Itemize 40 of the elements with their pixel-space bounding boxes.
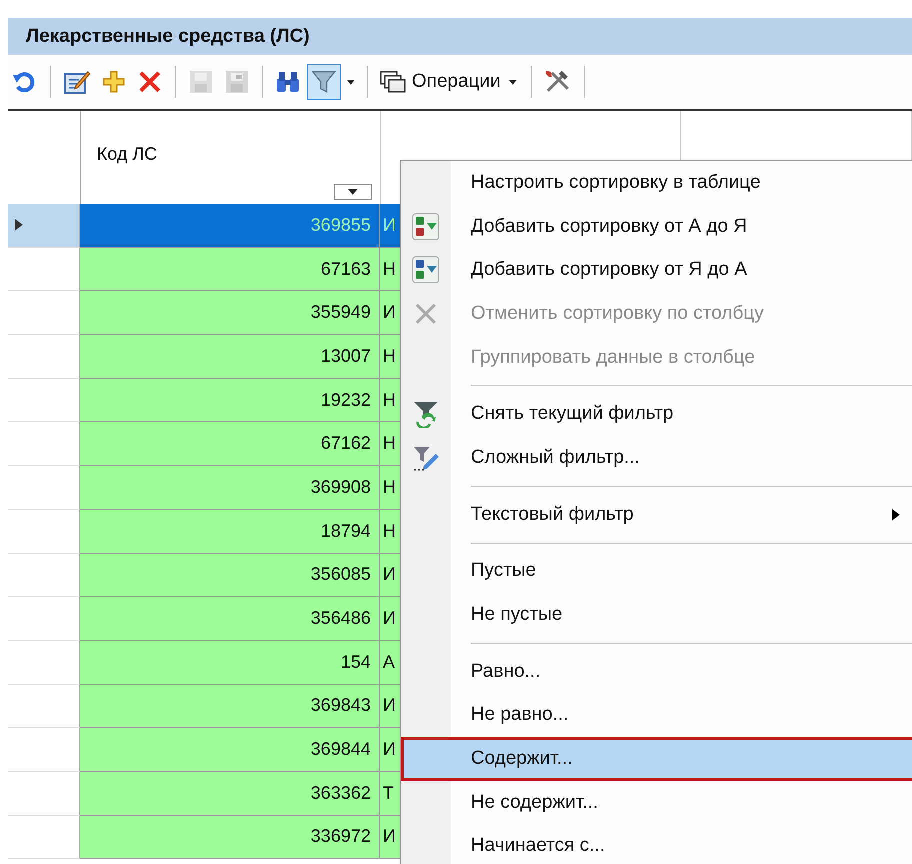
caret-icon: [346, 78, 356, 86]
table-cell: 67162: [80, 422, 380, 466]
column-header-label: Код ЛС: [97, 144, 158, 165]
menu-item[interactable]: Не пустые: [401, 593, 912, 637]
table-cell: 19232: [80, 378, 380, 422]
table-cell: 356085: [80, 554, 380, 598]
menu-item[interactable]: Настроить сортировку в таблице: [401, 161, 912, 205]
table-cell: 336972: [80, 816, 380, 860]
table-cell: 363362: [80, 772, 380, 816]
table-cell: 369855: [80, 204, 380, 248]
binoculars-icon: [275, 69, 301, 95]
submenu-arrow-icon: [891, 506, 901, 523]
caret-icon: [506, 78, 519, 86]
plus-icon: [101, 69, 127, 95]
caret-icon: [347, 188, 359, 196]
row-header[interactable]: [8, 204, 80, 248]
filter-icon: [311, 69, 337, 95]
filter-button[interactable]: [307, 64, 341, 100]
table-cell: 13007: [80, 335, 380, 379]
clear-filter-icon: [412, 400, 440, 428]
edit-icon: [63, 69, 91, 95]
menu-item[interactable]: Равно...: [401, 650, 912, 694]
menu-item[interactable]: Содержит...: [401, 737, 912, 781]
table-cell: 67163: [80, 248, 380, 292]
sort-descending-icon: [412, 256, 440, 284]
table-cell: 154: [80, 640, 380, 685]
table-cell: 369843: [80, 684, 380, 728]
panel-title: Лекарственные средства (ЛС): [26, 26, 310, 48]
sort-ascending-icon: [412, 212, 440, 241]
operations-menu-button[interactable]: Операции: [376, 64, 523, 100]
table-cell: 18794: [80, 510, 380, 554]
windows-icon: [380, 71, 406, 93]
table-cell: 369908: [80, 466, 380, 510]
table-cell: 369844: [80, 728, 380, 772]
column-filter-button[interactable]: [334, 184, 372, 200]
current-row-icon: [14, 218, 24, 232]
table-cell: 355949: [80, 291, 380, 336]
delete-icon: [137, 69, 163, 95]
table-cell: 356486: [80, 597, 380, 641]
tools-icon: [544, 69, 572, 95]
